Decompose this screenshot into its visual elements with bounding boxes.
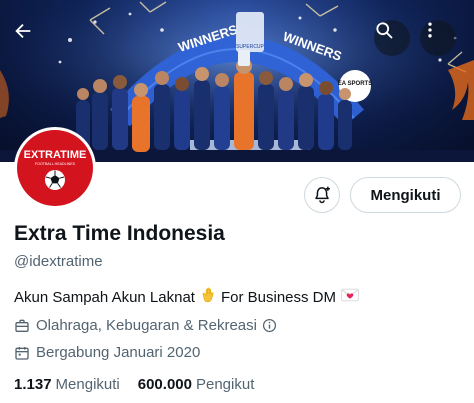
bio-text-part1: Akun Sampah Akun Laknat	[14, 288, 195, 306]
profile-bio: Akun Sampah Akun Laknat For Business DM	[14, 286, 364, 308]
followers-label: Pengikut	[195, 376, 255, 393]
profile-joined-date: Bergabung Januari 2020	[14, 344, 200, 361]
following-button[interactable]: Mengikuti	[350, 177, 461, 213]
love-letter-icon	[340, 286, 360, 308]
profile-name: Extra Time Indonesia	[14, 222, 225, 245]
avatar-logo-text: EXTRATIME	[24, 149, 87, 161]
search-button[interactable]	[374, 20, 410, 56]
more-icon	[428, 22, 432, 38]
extratime-logo: EXTRATIME FOOTBALL HEADLINES	[24, 149, 87, 190]
profile-category: Olahraga, Kebugaran & Rekreasi	[14, 317, 277, 334]
waving-hand-icon	[199, 286, 217, 308]
avatar-logo: EXTRATIME FOOTBALL HEADLINES	[17, 130, 93, 206]
following-stat[interactable]: 1.137 Mengikuti	[14, 376, 120, 393]
profile-stats: 1.137 Mengikuti 600.000 Pengikut	[14, 376, 272, 393]
avatar-logo-subtext: FOOTBALL HEADLINES	[35, 162, 76, 166]
briefcase-icon	[14, 318, 30, 334]
joined-text: Bergabung Januari 2020	[36, 344, 201, 361]
search-icon	[376, 22, 393, 39]
back-arrow-icon	[15, 23, 31, 39]
bio-text-part2: For Business DM	[220, 288, 336, 306]
calendar-icon	[14, 345, 30, 361]
category-text: Olahraga, Kebugaran & Rekreasi	[36, 317, 257, 334]
bell-plus-icon	[315, 186, 330, 204]
following-count: 1.137	[14, 376, 52, 393]
more-options-button[interactable]	[420, 20, 456, 56]
profile-handle: @idextratime	[14, 253, 103, 270]
info-icon[interactable]	[262, 318, 277, 333]
back-button[interactable]	[12, 20, 48, 56]
followers-count: 600.000	[137, 376, 192, 393]
followers-stat[interactable]: 600.000 Pengikut	[138, 376, 255, 393]
football-icon	[45, 170, 65, 190]
profile-avatar[interactable]: EXTRATIME FOOTBALL HEADLINES	[14, 127, 96, 209]
following-label: Mengikuti	[55, 376, 120, 393]
notification-subscribe-button[interactable]	[304, 177, 340, 213]
cup-label: SUPERCUP	[236, 44, 264, 50]
sponsor-label: EA SPORTS	[338, 81, 372, 87]
